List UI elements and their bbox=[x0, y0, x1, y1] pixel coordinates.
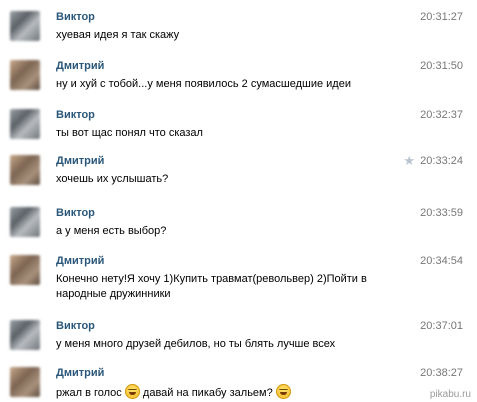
message-time: 20:32:37 bbox=[420, 109, 463, 121]
message-time: 20:38:27 bbox=[420, 367, 463, 379]
message-text-part: давай на пикабу зальем? bbox=[142, 387, 273, 399]
message-author[interactable]: Дмитрий bbox=[56, 60, 104, 72]
message-author[interactable]: Дмитрий bbox=[56, 255, 104, 267]
laughing-emoji-icon bbox=[275, 384, 291, 399]
message-text: ржал в голос давай на пикабу зальем? bbox=[56, 384, 396, 401]
message-text: ну и хуй с тобой...у меня появилось 2 су… bbox=[56, 78, 351, 90]
avatar[interactable] bbox=[10, 11, 40, 41]
message-text: ты вот щас понял что сказал bbox=[56, 127, 203, 139]
message-time: 20:31:27 bbox=[420, 11, 463, 23]
message-text: хочешь их услышать? bbox=[56, 173, 169, 185]
message-text: у меня много друзей дебилов, но ты блять… bbox=[56, 338, 336, 350]
message-author[interactable]: Виктор bbox=[56, 109, 95, 121]
message-text-line: народные дружинники bbox=[56, 288, 171, 300]
message-text-part: ржал в голос bbox=[56, 387, 122, 399]
message-author[interactable]: Дмитрий bbox=[56, 367, 104, 379]
message-text: Конечно нету!Я хочу 1)Купить травмат(рев… bbox=[56, 272, 396, 302]
message-author[interactable]: Виктор bbox=[56, 11, 95, 23]
avatar[interactable] bbox=[10, 155, 40, 185]
star-icon[interactable]: ★ bbox=[403, 153, 415, 169]
message-time: 20:34:54 bbox=[420, 255, 463, 267]
message-time: 20:37:01 bbox=[420, 320, 463, 332]
message-time: 20:33:24 bbox=[420, 155, 463, 167]
avatar[interactable] bbox=[10, 367, 40, 397]
message-time: 20:33:59 bbox=[420, 207, 463, 219]
avatar[interactable] bbox=[10, 109, 40, 139]
message-author[interactable]: Дмитрий bbox=[56, 155, 104, 167]
watermark: pikabu.ru bbox=[429, 389, 471, 400]
message-author[interactable]: Виктор bbox=[56, 207, 95, 219]
avatar[interactable] bbox=[10, 60, 40, 90]
message-text: хуевая идея я так скажу bbox=[56, 29, 180, 41]
avatar[interactable] bbox=[10, 207, 40, 237]
message-time: 20:31:50 bbox=[420, 60, 463, 72]
message-text-line: Конечно нету!Я хочу 1)Купить травмат(рев… bbox=[56, 273, 367, 285]
avatar[interactable] bbox=[10, 255, 40, 285]
message-text: а у меня есть выбор? bbox=[56, 225, 167, 237]
message-author[interactable]: Виктор bbox=[56, 320, 95, 332]
avatar[interactable] bbox=[10, 320, 40, 350]
laughing-emoji-icon bbox=[124, 384, 140, 399]
